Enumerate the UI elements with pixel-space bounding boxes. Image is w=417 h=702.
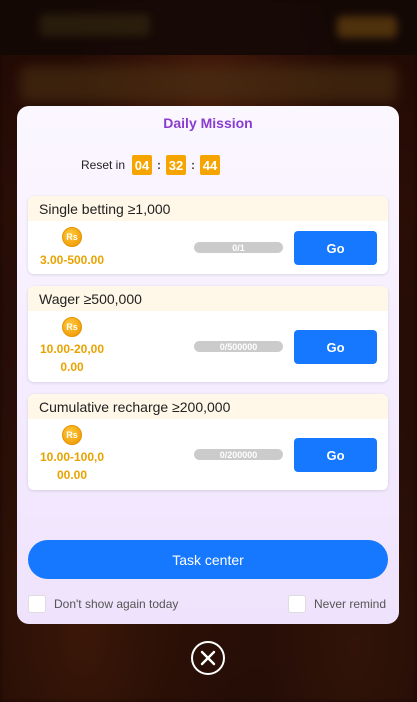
go-button-single-betting[interactable]: Go: [294, 231, 377, 265]
mission-title: Single betting ≥1,000: [28, 196, 388, 221]
rupee-coin-icon: Rs: [62, 227, 82, 247]
reward-line: 10.00-100,0: [39, 450, 105, 464]
timer-hours: 04: [132, 155, 153, 175]
mission-progress-bar: 0/200000: [194, 449, 283, 460]
reward-line: 3.00-500.00: [39, 253, 105, 267]
timer-separator: :: [157, 158, 162, 172]
mission-card-single-betting: Single betting ≥1,000 Rs 3.00-500.00 0/1…: [28, 196, 388, 274]
mission-title: Wager ≥500,000: [28, 286, 388, 311]
never-remind-option[interactable]: Never remind: [288, 595, 386, 613]
timer-minutes: 32: [166, 155, 187, 175]
mission-reward: 3.00-500.00: [32, 251, 112, 269]
never-remind-label: Never remind: [314, 597, 387, 611]
dont-show-today-checkbox[interactable]: [28, 595, 46, 613]
progress-text: 0/500000: [219, 341, 258, 352]
rupee-coin-icon: Rs: [62, 317, 82, 337]
reset-label: Reset in: [81, 158, 126, 172]
progress-text: 0/200000: [219, 449, 258, 460]
progress-text: 0/1: [232, 242, 245, 253]
mission-title: Cumulative recharge ≥200,000: [28, 394, 388, 419]
daily-mission-modal: Daily Mission Reset in 04 : 32 : 44 Sing…: [17, 106, 399, 624]
close-button[interactable]: [191, 641, 225, 675]
timer-separator: :: [191, 158, 196, 172]
close-icon: [200, 650, 216, 666]
mission-reward: 10.00-20,00 0.00: [32, 340, 112, 376]
dont-show-today-option[interactable]: Don't show again today: [28, 595, 178, 613]
go-button-wager[interactable]: Go: [294, 330, 377, 364]
never-remind-checkbox[interactable]: [288, 595, 306, 613]
reward-line: 10.00-20,00: [39, 342, 105, 356]
mission-progress-bar: 0/1: [194, 242, 283, 253]
reward-line: 00.00: [56, 468, 88, 482]
timer-seconds: 44: [200, 155, 221, 175]
dont-show-today-label: Don't show again today: [54, 597, 179, 611]
rupee-coin-icon: Rs: [62, 425, 82, 445]
modal-title: Daily Mission: [163, 115, 253, 131]
task-center-button[interactable]: Task center: [28, 540, 388, 579]
go-button-cumulative-recharge[interactable]: Go: [294, 438, 377, 472]
reward-line: 0.00: [60, 360, 84, 374]
mission-progress-bar: 0/500000: [194, 341, 283, 352]
mission-reward: 10.00-100,0 00.00: [32, 448, 112, 484]
reset-timer: Reset in 04 : 32 : 44: [81, 154, 221, 176]
mission-card-cumulative-recharge: Cumulative recharge ≥200,000 Rs 10.00-10…: [28, 394, 388, 490]
mission-card-wager: Wager ≥500,000 Rs 10.00-20,00 0.00 0/500…: [28, 286, 388, 382]
